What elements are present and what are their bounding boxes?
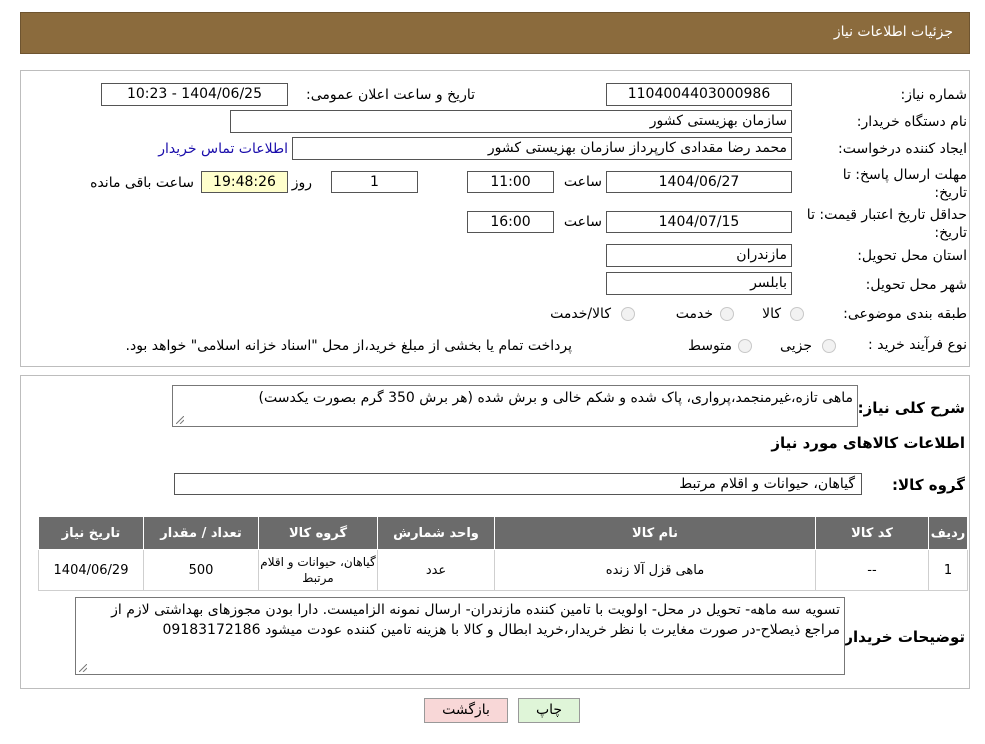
remaining-time-field: 19:48:26	[201, 171, 288, 193]
resize-handle-icon[interactable]	[79, 664, 87, 672]
process-label: نوع فرآیند خرید :	[868, 337, 967, 353]
buyer-notes-text: تسویه سه ماهه- تحویل در محل- اولویت با ت…	[111, 602, 840, 638]
validity-date-field: 1404/07/15	[606, 211, 792, 233]
province-label: استان محل تحویل:	[857, 248, 967, 264]
col-header-row: ردیف	[928, 516, 968, 550]
page-title: جزئیات اطلاعات نیاز	[833, 24, 953, 40]
goods-group-label: گروه کالا:	[892, 476, 965, 494]
days-field: 1	[331, 171, 418, 193]
col-header-qty: تعداد / مقدار	[143, 516, 259, 550]
category-radio-goods-service[interactable]	[621, 307, 635, 321]
category-radio-service[interactable]	[720, 307, 734, 321]
process-note: پرداخت تمام یا بخشی از مبلغ خرید،از محل …	[125, 338, 572, 354]
province-field: مازندران	[606, 244, 792, 267]
category-radio-goods[interactable]	[790, 307, 804, 321]
print-button[interactable]: چاپ	[518, 698, 580, 723]
col-header-unit: واحد شمارش	[377, 516, 495, 550]
announce-field: 1404/06/25 - 10:23	[101, 83, 288, 106]
category-option-goods-service: کالا/خدمت	[550, 306, 611, 322]
buyer-org-field: سازمان بهزیستی کشور	[230, 110, 792, 133]
process-option-minor: جزیی	[780, 338, 812, 354]
table-row: 1 -- ماهی قزل آلا زنده عدد گیاهان، حیوان…	[38, 549, 968, 591]
goods-table: ردیف کد کالا نام کالا واحد شمارش گروه کا…	[38, 516, 968, 591]
category-option-goods: کالا	[762, 306, 781, 322]
validity-label: حداقل تاریخ اعتبار قیمت: تا تاریخ:	[806, 207, 967, 241]
remaining-label: ساعت باقی مانده	[90, 175, 194, 191]
process-radio-minor[interactable]	[822, 339, 836, 353]
category-option-service: خدمت	[675, 306, 713, 322]
announce-label: تاریخ و ساعت اعلان عمومی:	[306, 87, 475, 103]
cell-row: 1	[928, 549, 968, 591]
resize-handle-icon[interactable]	[176, 416, 184, 424]
deadline-time-field: 11:00	[467, 171, 554, 193]
cell-group: گیاهان، حیوانات و اقلام مرتبط	[258, 549, 378, 591]
description-text: ماهی تازه،غیرمنجمد،پرواری، پاک شده و شکم…	[258, 390, 853, 406]
buyer-org-label: نام دستگاه خریدار:	[856, 114, 967, 130]
col-header-name: نام کالا	[494, 516, 816, 550]
deadline-date-field: 1404/06/27	[606, 171, 792, 193]
creator-label: ایجاد کننده درخواست:	[838, 141, 967, 157]
col-header-code: کد کالا	[815, 516, 929, 550]
description-label: شرح کلی نیاز:	[857, 399, 965, 417]
city-field: بابلسر	[606, 272, 792, 295]
cell-name: ماهی قزل آلا زنده	[494, 549, 816, 591]
col-header-date: تاریخ نیاز	[38, 516, 144, 550]
cell-unit: عدد	[377, 549, 495, 591]
validity-time-label: ساعت	[563, 214, 602, 230]
validity-time-field: 16:00	[467, 211, 554, 233]
process-radio-medium[interactable]	[738, 339, 752, 353]
process-option-medium: متوسط	[688, 338, 732, 354]
contact-info-link[interactable]: اطلاعات تماس خریدار	[158, 141, 288, 157]
table-header-row: ردیف کد کالا نام کالا واحد شمارش گروه کا…	[38, 516, 968, 550]
cell-code: --	[815, 549, 929, 591]
buyer-notes-label: توضیحات خریدار:	[838, 628, 965, 646]
cell-qty: 500	[143, 549, 259, 591]
need-number-label: شماره نیاز:	[900, 87, 968, 103]
deadline-time-label: ساعت	[563, 174, 602, 190]
category-label: طبقه بندی موضوعی:	[843, 306, 967, 322]
description-field: ماهی تازه،غیرمنجمد،پرواری، پاک شده و شکم…	[172, 385, 858, 427]
goods-section-title: اطلاعات کالاهای مورد نیاز	[771, 434, 965, 452]
cell-date: 1404/06/29	[38, 549, 144, 591]
city-label: شهر محل تحویل:	[865, 277, 967, 293]
creator-field: محمد رضا مقدادی کارپرداز سازمان بهزیستی …	[292, 137, 792, 160]
need-number-field: 1104004403000986	[606, 83, 792, 106]
col-header-group: گروه کالا	[258, 516, 378, 550]
back-button[interactable]: بازگشت	[424, 698, 508, 723]
buyer-notes-field: تسویه سه ماهه- تحویل در محل- اولویت با ت…	[75, 597, 845, 675]
goods-group-field: گیاهان، حیوانات و اقلام مرتبط	[174, 473, 862, 495]
page-header: جزئیات اطلاعات نیاز	[20, 12, 970, 54]
deadline-label: مهلت ارسال پاسخ: تا تاریخ:	[842, 167, 967, 201]
